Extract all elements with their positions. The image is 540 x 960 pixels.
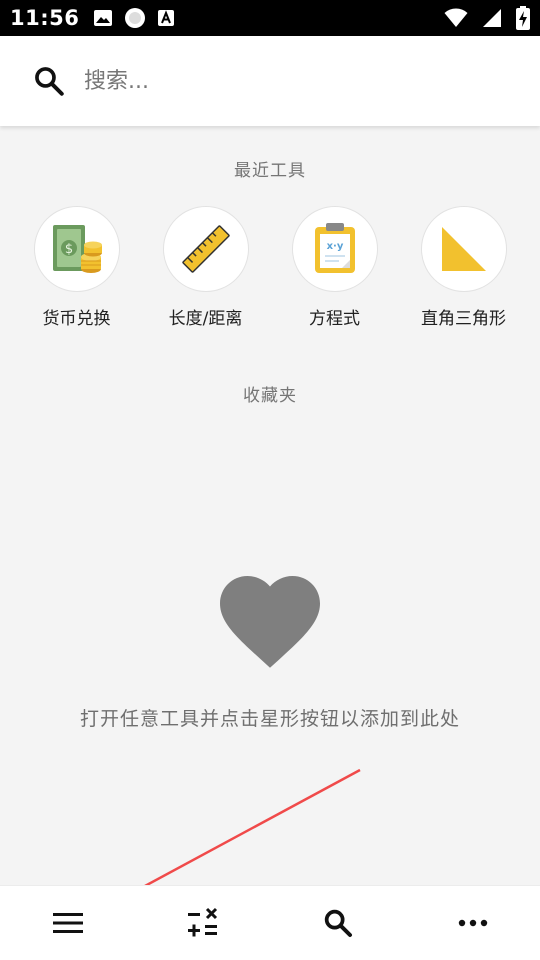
search-nav-button[interactable] bbox=[303, 893, 373, 953]
battery-charging-icon bbox=[516, 6, 530, 30]
text-a-icon bbox=[158, 10, 175, 26]
search-input[interactable] bbox=[84, 68, 464, 94]
image-icon bbox=[94, 10, 113, 26]
circle-app-icon bbox=[125, 8, 146, 28]
status-system-icons bbox=[444, 6, 530, 30]
tool-icon-circle bbox=[162, 206, 249, 292]
recent-tools-title: 最近工具 bbox=[234, 161, 306, 181]
annotation-arrow-icon bbox=[88, 768, 361, 917]
tool-right-triangle[interactable]: 直角三角形 bbox=[409, 206, 519, 329]
tool-icon-circle bbox=[420, 206, 507, 292]
tool-label: 方程式 bbox=[309, 309, 360, 329]
tool-icon-circle: x·y bbox=[291, 206, 378, 292]
tool-length-distance[interactable]: 长度/距离 bbox=[151, 206, 261, 329]
ruler-icon bbox=[181, 225, 230, 273]
tool-label: 直角三角形 bbox=[421, 309, 506, 329]
equation-clipboard-icon: x·y bbox=[314, 223, 355, 273]
tool-currency-exchange[interactable]: $ 货币兑换 bbox=[22, 206, 132, 329]
bottom-navigation bbox=[0, 885, 540, 960]
signal-icon bbox=[483, 9, 501, 27]
tool-label: 长度/距离 bbox=[168, 309, 243, 329]
favorites-empty-message: 打开任意工具并点击星形按钮以添加到此处 bbox=[79, 708, 460, 730]
menu-button[interactable] bbox=[33, 893, 103, 953]
favorites-title: 收藏夹 bbox=[243, 386, 297, 406]
wifi-icon bbox=[444, 8, 468, 27]
calculator-button[interactable] bbox=[168, 893, 238, 953]
right-triangle-icon bbox=[441, 227, 486, 271]
tool-label: 货币兑换 bbox=[42, 309, 111, 329]
currency-exchange-icon: $ bbox=[52, 225, 102, 273]
svg-text:$: $ bbox=[64, 242, 72, 257]
status-notification-icons bbox=[93, 6, 175, 30]
calculator-icon bbox=[187, 907, 217, 937]
more-icon bbox=[458, 919, 487, 927]
more-button[interactable] bbox=[438, 893, 508, 953]
tool-icon-circle: $ bbox=[33, 206, 120, 292]
heart-icon bbox=[220, 576, 320, 668]
search-icon bbox=[35, 67, 64, 96]
tool-equation[interactable]: x·y 方程式 bbox=[280, 206, 390, 329]
recent-tools-list: $ 货币兑换 长度/距离 x·y 方程式 直角三角形 bbox=[0, 206, 540, 329]
svg-text:x·y: x·y bbox=[326, 241, 343, 252]
status-time: 11:56 bbox=[10, 6, 80, 30]
menu-icon bbox=[52, 913, 83, 933]
search-icon bbox=[324, 909, 352, 937]
search-bar[interactable] bbox=[0, 36, 540, 126]
status-bar: 11:56 bbox=[0, 0, 540, 36]
